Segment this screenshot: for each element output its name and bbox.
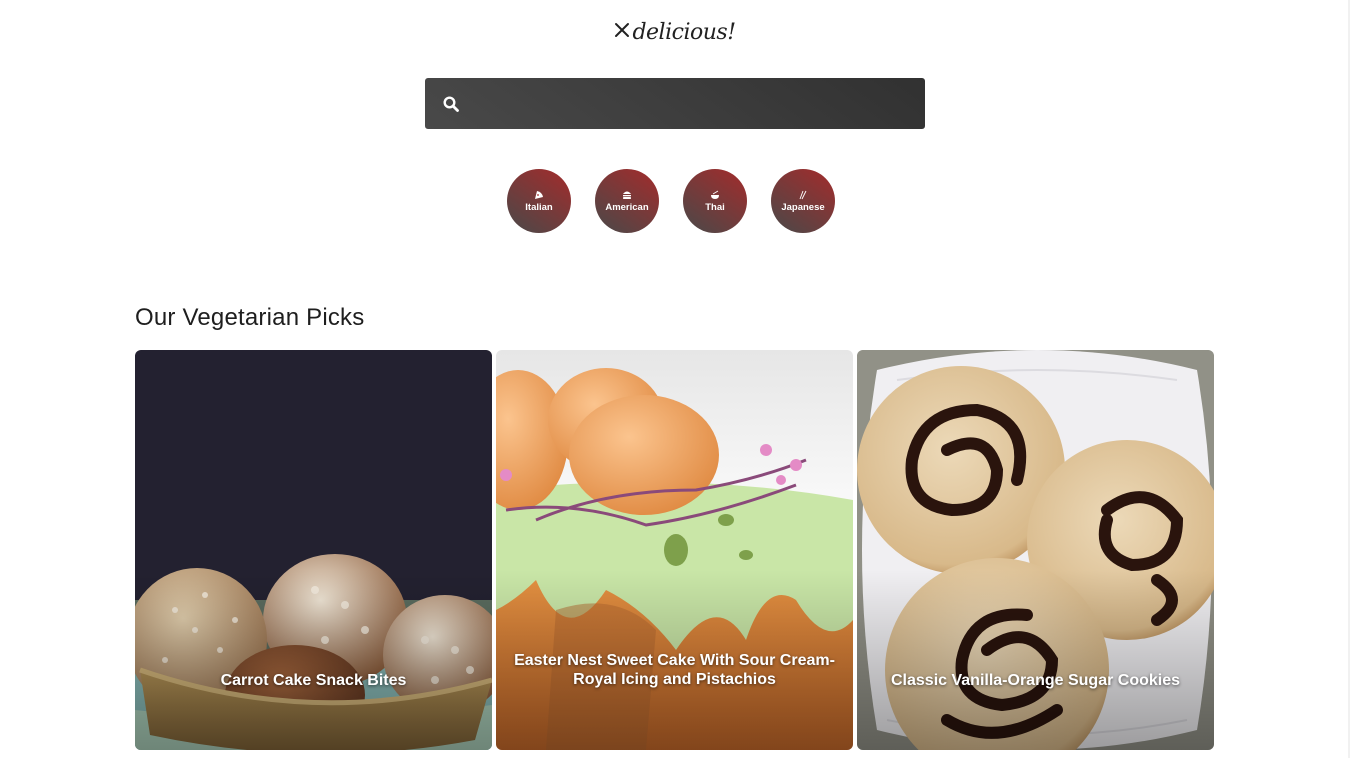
recipe-card[interactable]: Classic Vanilla-Orange Sugar Cookies <box>857 350 1214 750</box>
cuisine-japanese[interactable]: Japanese <box>771 169 835 233</box>
hamburger-icon <box>622 189 632 201</box>
section-title: Our Vegetarian Picks <box>135 304 365 331</box>
cuisine-label: Italian <box>525 202 553 213</box>
chopsticks-icon <box>798 189 808 201</box>
recipe-card[interactable]: Carrot Cake Snack Bites <box>135 350 492 750</box>
search-form <box>425 77 925 130</box>
cuisine-american[interactable]: American <box>595 169 659 233</box>
cuisine-label: Japanese <box>781 202 825 213</box>
noodle-bowl-icon <box>710 189 720 201</box>
cuisine-italian[interactable]: Italian <box>507 169 571 233</box>
crossed-utensils-icon <box>614 22 630 42</box>
recipe-title: Carrot Cake Snack Bites <box>220 671 407 689</box>
cuisine-thai[interactable]: Thai <box>683 169 747 233</box>
recipe-carousel[interactable]: Carrot Cake Snack Bites Easter Nest Swee… <box>135 350 1214 750</box>
pizza-icon <box>534 189 544 201</box>
recipe-card[interactable]: Easter Nest Sweet Cake With Sour Cream-R… <box>496 350 853 750</box>
cuisine-list: Italian American Thai Japanese <box>507 169 835 233</box>
search-input[interactable] <box>475 77 925 130</box>
cuisine-label: Thai <box>705 202 725 213</box>
search-icon[interactable] <box>427 95 475 112</box>
site-logo[interactable]: delicious! <box>0 16 1350 48</box>
recipe-title: Easter Nest Sweet Cake With Sour Cream-R… <box>514 652 835 688</box>
logo-text: delicious! <box>632 19 736 45</box>
cuisine-label: American <box>605 202 649 213</box>
recipe-title: Classic Vanilla-Orange Sugar Cookies <box>891 671 1180 689</box>
